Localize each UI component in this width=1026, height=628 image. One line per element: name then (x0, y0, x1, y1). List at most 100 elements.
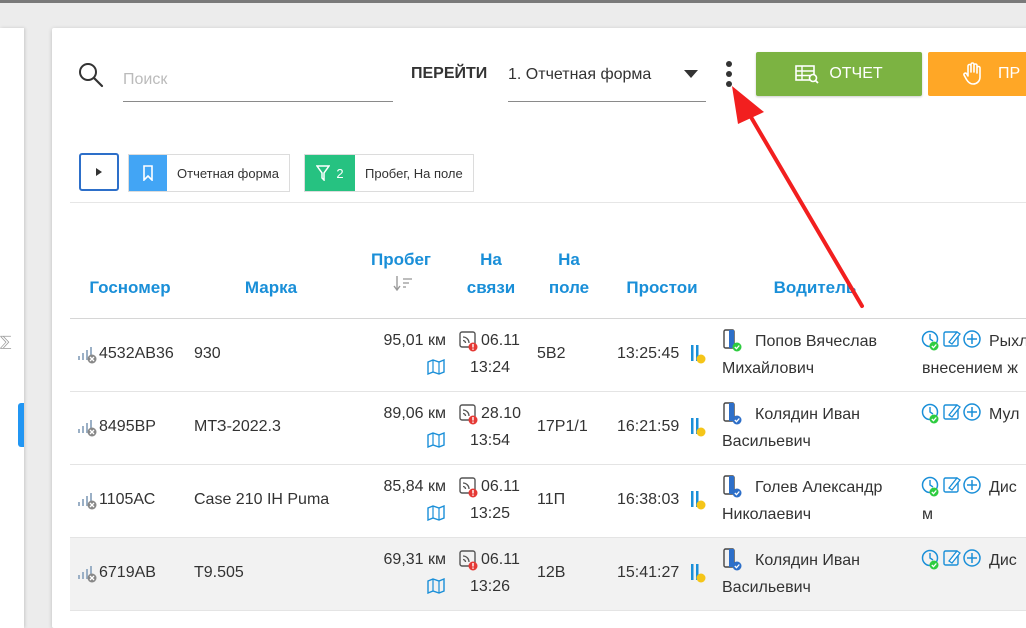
form-select[interactable]: 1. Отчетная форма (508, 58, 706, 102)
cell-idle: 16:21:59 (617, 418, 680, 435)
filters-divider (70, 202, 1026, 203)
left-panel-tab[interactable] (18, 403, 24, 447)
cell-operation: Дис (989, 479, 1017, 496)
add-icon (963, 476, 981, 494)
cell-driver-patronymic: Васильевич (722, 433, 811, 450)
add-icon (963, 549, 981, 567)
chevron-down-icon (684, 70, 698, 78)
col-driver[interactable]: Водитель (760, 274, 870, 302)
table-row[interactable]: 8495ВР МТЗ-2022.3 89,06 км 28.10 13:54 1… (70, 392, 1026, 465)
col-mileage[interactable]: Пробег (362, 246, 440, 274)
edit-icon (943, 477, 961, 493)
connection-status-icon (459, 477, 478, 498)
cell-plate: 8495ВР (99, 418, 156, 435)
bookmark-icon (129, 155, 167, 191)
sort-desc-icon[interactable] (393, 275, 415, 291)
more-menu-icon[interactable] (722, 61, 736, 91)
cell-link-time: 13:26 (470, 578, 511, 595)
orange-action-button[interactable]: ПР (928, 52, 1026, 96)
row-actions[interactable] (920, 548, 990, 574)
cell-link-time: 13:24 (470, 359, 511, 376)
filter-icon: 2 (305, 155, 355, 191)
table-row[interactable]: 6719АВ Т9.505 69,31 км 06.11 13:26 12В 1… (70, 538, 1026, 611)
table-row[interactable]: 4532АВ36 930 95,01 км 06.11 13:24 5В2 13… (70, 319, 1026, 392)
table-row[interactable]: 1105АС Case 210 IH Puma 85,84 км 06.11 1… (70, 465, 1026, 538)
cell-driver-patronymic: Михайлович (722, 360, 815, 377)
col-brand[interactable]: Марка (230, 274, 312, 302)
edit-icon (943, 331, 961, 347)
map-icon[interactable] (427, 578, 445, 594)
signal-offline-icon (78, 347, 97, 364)
cell-driver-name: Голев Александр (755, 479, 883, 496)
orange-button-label: ПР (998, 65, 1021, 82)
map-icon[interactable] (427, 505, 445, 521)
cell-idle: 15:41:27 (617, 564, 680, 581)
cell-driver-patronymic: Николаевич (722, 506, 812, 523)
cell-field: 12В (537, 564, 566, 581)
history-icon (921, 403, 939, 424)
idle-chart-icon[interactable] (690, 562, 706, 584)
idle-chart-icon[interactable] (690, 416, 706, 438)
col-plate[interactable]: Госномер (78, 274, 182, 302)
cell-field: 11П (537, 491, 566, 508)
map-icon[interactable] (427, 359, 445, 375)
cell-link-date: 06.11 (481, 551, 520, 568)
cell-mileage: 69,31 км (383, 551, 446, 568)
left-panel: ⅀ (0, 28, 24, 628)
signal-offline-icon (78, 566, 97, 583)
cell-plate: 1105АС (99, 491, 156, 508)
row-actions[interactable] (920, 402, 990, 428)
connection-status-icon (459, 404, 478, 425)
driver-device-icon (723, 548, 742, 571)
cell-field: 5В2 (537, 345, 566, 362)
cell-brand: МТЗ-2022.3 (194, 418, 281, 435)
cell-driver-name: Колядин Иван (755, 552, 860, 569)
idle-chart-icon[interactable] (690, 489, 706, 511)
cell-link-date: 06.11 (481, 478, 520, 495)
window-top-edge (0, 0, 1026, 3)
driver-device-icon (723, 475, 742, 498)
map-icon[interactable] (427, 432, 445, 448)
edit-icon (943, 404, 961, 420)
add-icon (963, 403, 981, 421)
cell-field: 17Р1/1 (537, 418, 588, 435)
idle-chart-icon[interactable] (690, 343, 706, 365)
history-icon (921, 330, 939, 351)
cell-brand: 930 (194, 345, 221, 362)
cell-plate: 6719АВ (99, 564, 156, 581)
cell-link-time: 13:25 (470, 505, 511, 522)
report-button[interactable]: ОТЧЕТ (756, 52, 922, 96)
connection-status-icon (459, 550, 478, 571)
row-actions[interactable] (920, 475, 990, 501)
filter-count: 2 (336, 165, 344, 181)
cell-driver-name: Попов Вячеслав (755, 333, 878, 350)
cell-driver-name: Колядин Иван (755, 406, 860, 423)
cell-brand: Case 210 IH Puma (194, 491, 330, 508)
cell-operation: Рыхл (989, 333, 1026, 350)
connection-status-icon (459, 331, 478, 352)
cell-operation: Дис (989, 552, 1017, 569)
cell-mileage: 95,01 км (383, 332, 446, 349)
col-online[interactable]: На связи (460, 246, 522, 302)
report-table-icon (795, 65, 819, 84)
report-button-label: ОТЧЕТ (829, 65, 883, 82)
play-button[interactable] (79, 153, 119, 191)
filter-chip-label: Пробег, На поле (365, 165, 463, 181)
cell-link-time: 13:54 (470, 432, 511, 449)
form-chip[interactable]: Отчетная форма (128, 154, 290, 192)
col-field[interactable]: На поле (538, 246, 600, 302)
filter-chip[interactable]: 2 Пробег, На поле (304, 154, 474, 192)
signal-offline-icon (78, 420, 97, 437)
cell-mileage: 85,84 км (383, 478, 446, 495)
search-icon[interactable] (78, 62, 104, 88)
cell-idle: 13:25:45 (617, 345, 680, 362)
driver-device-icon (723, 402, 742, 425)
cell-brand: Т9.505 (194, 564, 244, 581)
edit-icon (943, 550, 961, 566)
goto-label: ПЕРЕЙТИ (411, 65, 488, 82)
add-icon (963, 330, 981, 348)
history-icon (921, 549, 939, 570)
search-input[interactable] (123, 58, 393, 102)
col-idle[interactable]: Простои (614, 274, 710, 302)
row-actions[interactable] (920, 329, 990, 355)
